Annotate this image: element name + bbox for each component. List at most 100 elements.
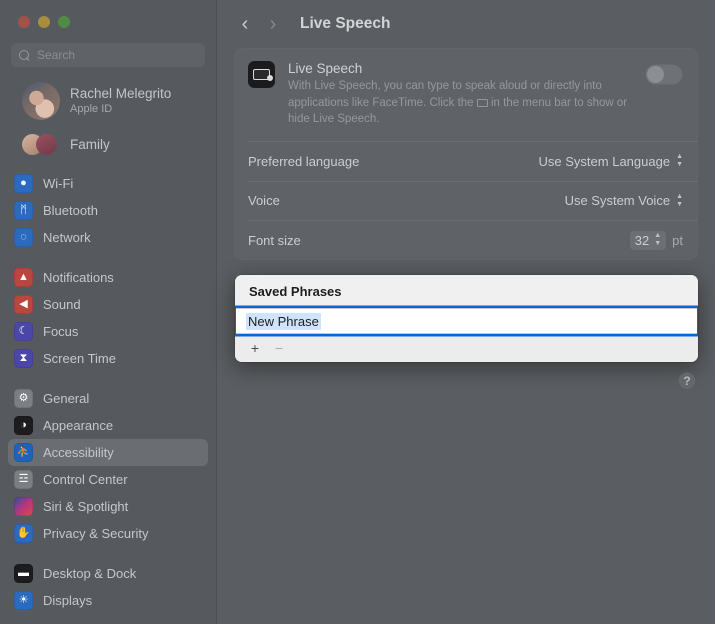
sidebar-group-3: ▬ Desktop & Dock ☀ Displays bbox=[0, 560, 216, 614]
sidebar-item-label: Appearance bbox=[43, 418, 114, 433]
avatar bbox=[22, 82, 60, 120]
sidebar-item-label: Siri & Spotlight bbox=[43, 499, 129, 514]
voice-label: Voice bbox=[248, 193, 280, 209]
sidebar-item-label: Notifications bbox=[43, 270, 114, 285]
page-title: Live Speech bbox=[300, 15, 391, 32]
notifications-icon: ▲ bbox=[14, 268, 33, 287]
live-speech-hero-row: Live Speech With Live Speech, you can ty… bbox=[234, 48, 698, 141]
sidebar-item-label: Screen Time bbox=[43, 351, 116, 366]
search-placeholder: Search bbox=[37, 48, 76, 62]
sidebar-item-label: Wi-Fi bbox=[43, 176, 74, 191]
account-subtitle: Apple ID bbox=[70, 102, 113, 115]
live-speech-settings-card: Live Speech With Live Speech, you can ty… bbox=[234, 48, 698, 260]
preferred-language-value: Use System Language bbox=[538, 153, 671, 169]
family-avatars bbox=[22, 131, 60, 157]
siri-icon bbox=[14, 497, 33, 516]
sidebar-item-label: Displays bbox=[43, 593, 93, 608]
sidebar-item-screen-time[interactable]: ⧗ Screen Time bbox=[8, 345, 208, 372]
chevron-updown-icon: ▲ ▼ bbox=[676, 153, 683, 169]
sidebar-item-accessibility[interactable]: ⛹ Accessibility bbox=[8, 439, 208, 466]
font-size-value: 32 bbox=[634, 232, 650, 248]
live-speech-toggle[interactable] bbox=[645, 64, 683, 85]
sidebar-item-label: Accessibility bbox=[43, 445, 114, 460]
focus-icon: ☾ bbox=[14, 322, 33, 341]
add-phrase-button[interactable]: + bbox=[245, 339, 265, 356]
account-name: Rachel Melegrito bbox=[70, 85, 172, 101]
font-size-label: Font size bbox=[248, 232, 301, 248]
sidebar-item-label: Desktop & Dock bbox=[43, 566, 137, 581]
privacy-icon: ✋ bbox=[14, 524, 33, 543]
window-traffic-lights bbox=[0, 0, 216, 28]
system-settings-window: Search Rachel Melegrito Apple ID Family … bbox=[0, 0, 715, 624]
search-input[interactable]: Search bbox=[11, 43, 205, 67]
sidebar-group-0: ● Wi-Fi ᛗ Bluetooth ◌ Network bbox=[0, 170, 216, 251]
sidebar-item-label: Sound bbox=[43, 297, 81, 312]
new-phrase-value: New Phrase bbox=[246, 312, 321, 330]
sidebar-item-desktop-dock[interactable]: ▬ Desktop & Dock bbox=[8, 560, 208, 587]
sound-icon: ◀ bbox=[14, 295, 33, 314]
family-label: Family bbox=[70, 136, 110, 152]
font-size-stepper[interactable]: 32 ▲ ▼ bbox=[629, 230, 667, 250]
sidebar-item-label: Control Center bbox=[43, 472, 128, 487]
sidebar-item-label: Privacy & Security bbox=[43, 526, 149, 541]
sidebar-item-sound[interactable]: ◀ Sound bbox=[8, 291, 208, 318]
chevron-updown-icon: ▲ ▼ bbox=[676, 192, 683, 208]
control-center-icon: ☲ bbox=[14, 470, 33, 489]
live-speech-description: With Live Speech, you can type to speak … bbox=[288, 78, 632, 128]
font-size-unit: pt bbox=[672, 232, 683, 248]
chevron-left-icon[interactable]: ‹ bbox=[238, 14, 252, 34]
remove-phrase-button[interactable]: − bbox=[269, 339, 289, 356]
general-icon: ⚙ bbox=[14, 389, 33, 408]
appearance-icon: ◑ bbox=[14, 416, 33, 435]
help-button[interactable]: ? bbox=[678, 372, 696, 390]
menu-bar-keyboard-icon bbox=[476, 98, 488, 107]
chevron-updown-icon[interactable]: ▲ ▼ bbox=[654, 232, 661, 247]
voice-row[interactable]: Voice Use System Voice ▲ ▼ bbox=[234, 181, 698, 220]
saved-phrases-sheet: Saved Phrases New Phrase + − bbox=[235, 275, 698, 362]
sidebar-item-label: Focus bbox=[43, 324, 79, 339]
sidebar-item-wi-fi[interactable]: ● Wi-Fi bbox=[8, 170, 208, 197]
accessibility-icon: ⛹ bbox=[14, 443, 33, 462]
screen-time-icon: ⧗ bbox=[14, 349, 33, 368]
wifi-icon: ● bbox=[14, 174, 33, 193]
detail-toolbar: ‹ › Live Speech bbox=[217, 0, 715, 48]
preferred-language-label: Preferred language bbox=[248, 153, 360, 169]
voice-value: Use System Voice bbox=[564, 193, 671, 209]
zoom-button[interactable] bbox=[58, 16, 70, 28]
saved-phrases-toolbar: + − bbox=[235, 334, 698, 362]
new-phrase-input[interactable]: New Phrase bbox=[236, 308, 697, 334]
sidebar-item-network[interactable]: ◌ Network bbox=[8, 224, 208, 251]
network-icon: ◌ bbox=[14, 228, 33, 247]
bluetooth-icon: ᛗ bbox=[14, 201, 33, 220]
sidebar-item-general[interactable]: ⚙ General bbox=[8, 385, 208, 412]
sidebar-nav-list: ● Wi-Fi ᛗ Bluetooth ◌ Network ▲ Notifications ◀ S… bbox=[0, 170, 216, 614]
live-speech-title: Live Speech bbox=[288, 61, 363, 76]
sidebar-item-control-center[interactable]: ☲ Control Center bbox=[8, 466, 208, 493]
sidebar-item-displays[interactable]: ☀ Displays bbox=[8, 587, 208, 614]
preferred-language-row[interactable]: Preferred language Use System Language ▲… bbox=[234, 142, 698, 181]
displays-icon: ☀ bbox=[14, 591, 33, 610]
detail-pane: ‹ › Live Speech Live Speech With Live Sp… bbox=[217, 0, 715, 624]
sidebar-group-1: ▲ Notifications ◀ Sound ☾ Focus ⧗ Screen Time bbox=[0, 264, 216, 372]
font-size-row[interactable]: Font size 32 ▲ ▼ pt bbox=[234, 221, 698, 260]
sidebar-item-label: General bbox=[43, 391, 90, 406]
sidebar-item-privacy-security[interactable]: ✋ Privacy & Security bbox=[8, 520, 208, 547]
minimize-button[interactable] bbox=[38, 16, 50, 28]
sidebar-item-notifications[interactable]: ▲ Notifications bbox=[8, 264, 208, 291]
sidebar-item-family[interactable]: Family bbox=[8, 128, 208, 160]
sidebar-item-label: Network bbox=[43, 230, 91, 245]
close-button[interactable] bbox=[18, 16, 30, 28]
desktop-dock-icon: ▬ bbox=[14, 564, 33, 583]
sidebar-group-2: ⚙ General ◑ Appearance ⛹ Accessibility ☲ Contro… bbox=[0, 385, 216, 547]
sidebar-item-siri-spotlight[interactable]: Siri & Spotlight bbox=[8, 493, 208, 520]
saved-phrases-title: Saved Phrases bbox=[235, 275, 698, 308]
sidebar-item-focus[interactable]: ☾ Focus bbox=[8, 318, 208, 345]
sidebar-item-apple-id[interactable]: Rachel Melegrito Apple ID bbox=[8, 76, 208, 126]
chevron-right-icon[interactable]: › bbox=[266, 14, 280, 34]
sidebar-item-appearance[interactable]: ◑ Appearance bbox=[8, 412, 208, 439]
sidebar-item-bluetooth[interactable]: ᛗ Bluetooth bbox=[8, 197, 208, 224]
search-icon bbox=[19, 49, 30, 61]
sidebar-item-label: Bluetooth bbox=[43, 203, 98, 218]
live-speech-app-icon bbox=[248, 61, 275, 88]
sidebar: Search Rachel Melegrito Apple ID Family … bbox=[0, 0, 217, 624]
